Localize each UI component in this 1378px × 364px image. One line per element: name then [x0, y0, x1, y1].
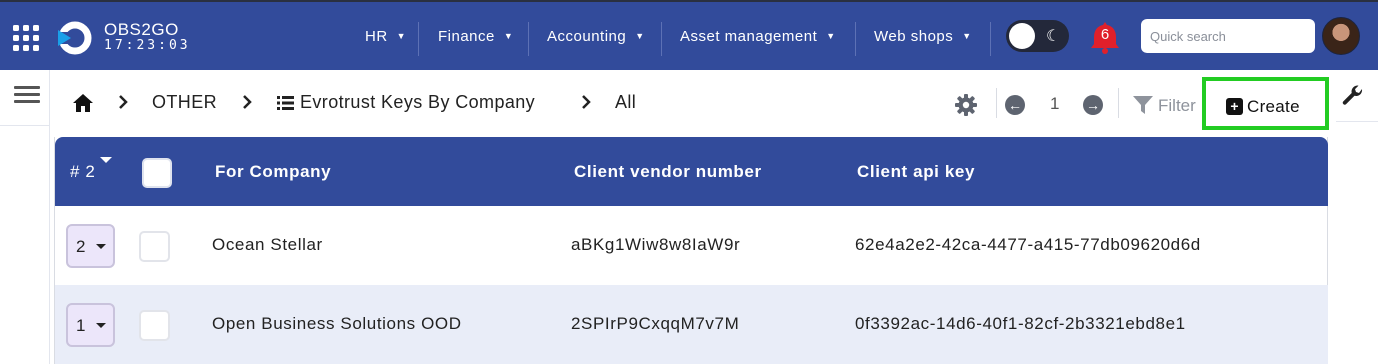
quick-search-input[interactable]: [1141, 19, 1315, 53]
right-rail-divider: [1336, 121, 1378, 122]
caret-down-icon: ▼: [396, 31, 407, 41]
wrench-icon[interactable]: [1341, 84, 1365, 108]
nav-menu-label: Web shops: [874, 27, 954, 45]
caret-down-icon: [96, 323, 106, 328]
toolbar-divider: [1118, 88, 1119, 118]
nav-menu-label: Finance: [438, 27, 495, 45]
nav-menu-finance[interactable]: Finance ▼: [438, 2, 513, 70]
cell-api-key: 0f3392ac-14d6-40f1-82cf-2b3321ebd8e1: [855, 314, 1186, 333]
left-rail: [0, 70, 50, 364]
breadcrumb-section[interactable]: OTHER: [152, 92, 217, 113]
user-avatar[interactable]: [1322, 17, 1360, 55]
left-rail-divider: [0, 125, 50, 126]
column-header-client-api-key[interactable]: Client api key: [857, 162, 975, 182]
table-row[interactable]: 2 Ocean Stellar aBKg1Wiw8w8IaW9r 62e4a2e…: [55, 206, 1328, 285]
create-button-label: Create: [1247, 97, 1300, 116]
nav-menu-label: Asset management: [680, 27, 818, 45]
right-rail: [1336, 70, 1378, 364]
nav-divider: [855, 22, 856, 56]
nav-divider: [418, 22, 419, 56]
top-navbar: OBS2GO 17:23:03 HR ▼ Finance ▼ Accounting ▼…: [0, 0, 1378, 70]
select-all-checkbox[interactable]: [142, 158, 172, 188]
clock: 17:23:03: [104, 38, 191, 53]
page-number: 1: [1050, 94, 1060, 113]
caret-down-icon: ▼: [962, 31, 972, 41]
home-icon[interactable]: [72, 93, 94, 113]
table-header: # 2 For Company Client vendor number Cli…: [55, 137, 1328, 206]
breadcrumb-view[interactable]: All: [615, 92, 636, 113]
row-number: 1: [76, 316, 86, 335]
apps-grid-icon[interactable]: [13, 25, 39, 51]
records-table: # 2 For Company Client vendor number Cli…: [54, 137, 1328, 364]
toggle-knob: [1009, 23, 1035, 49]
column-header-for-company[interactable]: For Company: [215, 162, 331, 182]
logo-icon: [56, 21, 92, 55]
cell-api-key: 62e4a2e2-42ca-4477-a415-77db09620d6d: [855, 235, 1201, 254]
dark-mode-toggle[interactable]: ☾: [1006, 20, 1069, 52]
caret-down-icon: [96, 244, 106, 249]
nav-menu-hr[interactable]: HR ▼: [365, 2, 406, 70]
settings-gear-icon[interactable]: [955, 94, 977, 116]
plus-square-icon: +: [1226, 98, 1243, 115]
cell-vendor-number: aBKg1Wiw8w8IaW9r: [571, 235, 741, 254]
chevron-right-icon: [582, 95, 591, 109]
moon-icon: ☾: [1046, 28, 1061, 45]
caret-down-icon: ▼: [826, 31, 836, 41]
breadcrumb-module[interactable]: Evrotrust Keys By Company: [300, 92, 535, 113]
chevron-right-icon: [243, 95, 252, 109]
caret-down-icon: ▼: [635, 31, 645, 41]
nav-menu-web-shops[interactable]: Web shops ▼: [874, 2, 972, 70]
row-checkbox[interactable]: [139, 231, 170, 262]
nav-divider: [990, 22, 991, 56]
toolbar-divider: [996, 88, 997, 118]
row-number-dropdown[interactable]: 1: [66, 303, 115, 347]
nav-divider: [661, 22, 662, 56]
row-checkbox[interactable]: [139, 310, 170, 341]
nav-menu-label: Accounting: [547, 27, 627, 45]
filter-button-label[interactable]: Filter: [1158, 96, 1196, 116]
create-button[interactable]: + Create: [1202, 77, 1329, 130]
nav-menu-accounting[interactable]: Accounting ▼: [547, 2, 645, 70]
caret-down-icon: ▼: [503, 31, 514, 41]
brand-name: OBS2GO: [104, 20, 179, 39]
notification-count-badge: 6: [1100, 26, 1110, 43]
next-page-icon[interactable]: →: [1083, 95, 1103, 115]
hamburger-menu-icon[interactable]: [14, 86, 40, 104]
cell-company: Open Business Solutions OOD: [212, 314, 462, 333]
nav-menu-label: HR: [365, 27, 388, 45]
row-number-dropdown[interactable]: 2: [66, 224, 115, 268]
sort-caret-icon[interactable]: [100, 157, 112, 163]
prev-page-icon[interactable]: ←: [1005, 95, 1025, 115]
list-icon: [277, 96, 294, 110]
nav-divider: [528, 22, 529, 56]
filter-icon[interactable]: [1133, 96, 1153, 114]
cell-vendor-number: 2SPIrP9CxqqM7v7M: [571, 314, 740, 333]
table-row[interactable]: 1 Open Business Solutions OOD 2SPIrP9Cxq…: [55, 285, 1328, 364]
nav-menu-asset-management[interactable]: Asset management ▼: [680, 2, 836, 70]
row-number: 2: [76, 237, 86, 256]
chevron-right-icon: [119, 95, 128, 109]
column-header-number[interactable]: # 2: [70, 162, 95, 182]
column-header-client-vendor-number[interactable]: Client vendor number: [574, 162, 762, 182]
cell-company: Ocean Stellar: [212, 235, 323, 254]
